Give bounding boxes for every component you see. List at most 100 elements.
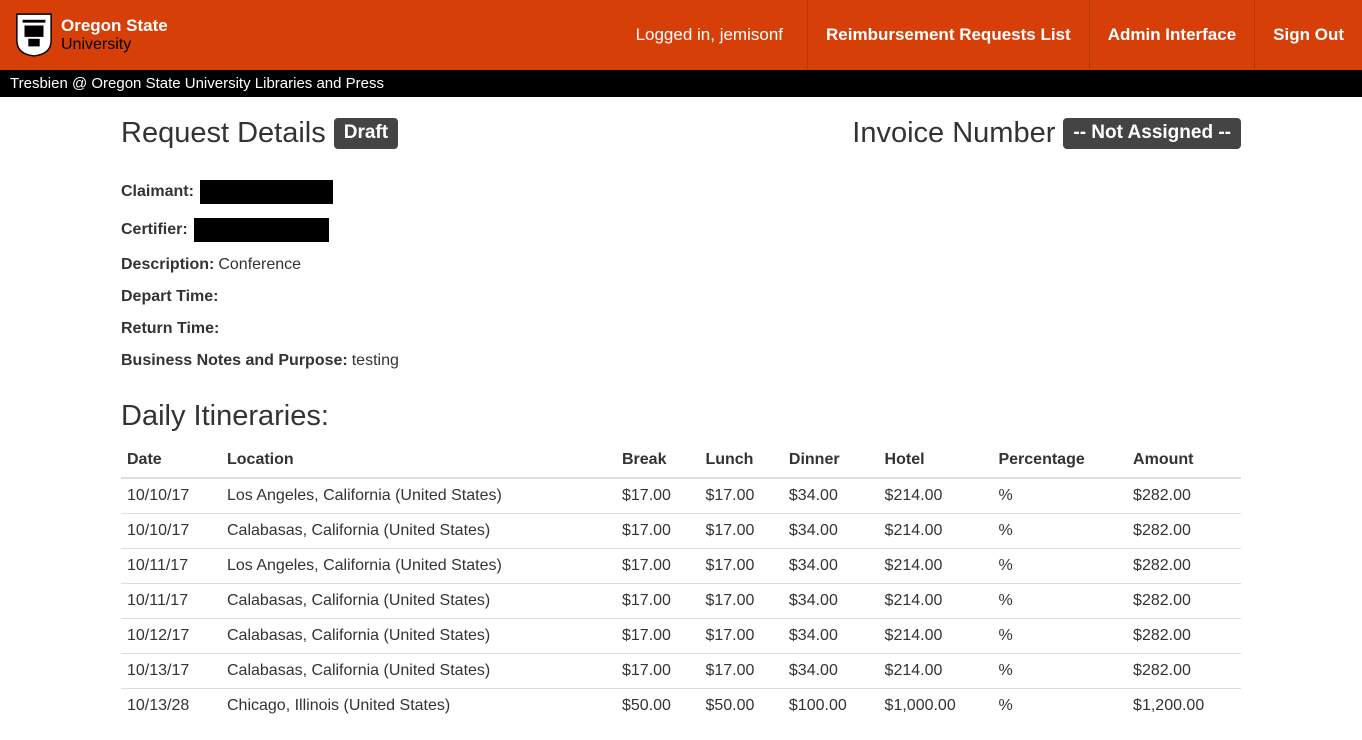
logo-line2: University (61, 36, 168, 54)
table-row: 10/11/17Calabasas, California (United St… (121, 584, 1241, 619)
notes-value: testing (352, 352, 399, 370)
notes-row: Business Notes and Purpose: testing (121, 352, 1241, 370)
itineraries-heading: Daily Itineraries: (121, 400, 1241, 433)
col-hotel: Hotel (879, 443, 993, 478)
invoice-number-title: Invoice Number -- Not Assigned -- (852, 117, 1241, 150)
cell-hotel: $214.00 (879, 654, 993, 689)
cell-dinner: $34.00 (783, 619, 879, 654)
cell-lunch: $17.00 (699, 478, 782, 514)
nav-right: Logged in, jemisonf Reimbursement Reques… (612, 0, 1362, 70)
col-percentage: Percentage (992, 443, 1127, 478)
cell-percentage: % (992, 689, 1127, 724)
cell-dinner: $34.00 (783, 549, 879, 584)
cell-percentage: % (992, 549, 1127, 584)
cell-dinner: $34.00 (783, 478, 879, 514)
description-label: Description: (121, 256, 214, 274)
osu-crest-icon (15, 12, 53, 58)
claimant-label: Claimant: (121, 183, 194, 201)
cell-location: Calabasas, California (United States) (221, 584, 616, 619)
table-row: 10/10/17Calabasas, California (United St… (121, 514, 1241, 549)
logo[interactable]: Oregon State University (15, 12, 168, 58)
cell-date: 10/12/17 (121, 619, 221, 654)
col-date: Date (121, 443, 221, 478)
cell-amount: $282.00 (1127, 654, 1241, 689)
cell-lunch: $17.00 (699, 584, 782, 619)
cell-date: 10/13/17 (121, 654, 221, 689)
title-row: Request Details Draft Invoice Number -- … (121, 117, 1241, 150)
table-row: 10/11/17Los Angeles, California (United … (121, 549, 1241, 584)
cell-break: $17.00 (616, 654, 699, 689)
cell-location: Calabasas, California (United States) (221, 514, 616, 549)
logged-in-text: Logged in, jemisonf (612, 0, 807, 70)
cell-date: 10/10/17 (121, 514, 221, 549)
table-row: 10/12/17Calabasas, California (United St… (121, 619, 1241, 654)
nav-requests-list[interactable]: Reimbursement Requests List (807, 0, 1089, 70)
cell-percentage: % (992, 514, 1127, 549)
cell-hotel: $214.00 (879, 619, 993, 654)
cell-date: 10/11/17 (121, 549, 221, 584)
depart-label: Depart Time: (121, 288, 219, 306)
description-value: Conference (218, 256, 301, 274)
cell-percentage: % (992, 584, 1127, 619)
table-row: 10/13/17Calabasas, California (United St… (121, 654, 1241, 689)
notes-label: Business Notes and Purpose: (121, 352, 348, 370)
cell-location: Chicago, Illinois (United States) (221, 689, 616, 724)
cell-dinner: $100.00 (783, 689, 879, 724)
cell-date: 10/11/17 (121, 584, 221, 619)
request-details-label: Request Details (121, 117, 326, 150)
cell-percentage: % (992, 654, 1127, 689)
cell-amount: $282.00 (1127, 514, 1241, 549)
claimant-value-redacted (200, 180, 333, 204)
cell-hotel: $214.00 (879, 549, 993, 584)
cell-location: Calabasas, California (United States) (221, 654, 616, 689)
col-break: Break (616, 443, 699, 478)
cell-date: 10/13/28 (121, 689, 221, 724)
itineraries-table: Date Location Break Lunch Dinner Hotel P… (121, 443, 1241, 723)
cell-lunch: $17.00 (699, 619, 782, 654)
cell-dinner: $34.00 (783, 514, 879, 549)
cell-location: Calabasas, California (United States) (221, 619, 616, 654)
depart-row: Depart Time: (121, 288, 1241, 306)
sub-header: Tresbien @ Oregon State University Libra… (0, 70, 1362, 97)
cell-lunch: $17.00 (699, 654, 782, 689)
cell-break: $17.00 (616, 549, 699, 584)
invoice-number-label: Invoice Number (852, 117, 1055, 150)
cell-lunch: $17.00 (699, 514, 782, 549)
col-dinner: Dinner (783, 443, 879, 478)
table-header-row: Date Location Break Lunch Dinner Hotel P… (121, 443, 1241, 478)
table-row: 10/13/28Chicago, Illinois (United States… (121, 689, 1241, 724)
cell-location: Los Angeles, California (United States) (221, 478, 616, 514)
certifier-row: Certifier: (121, 218, 1241, 242)
cell-break: $17.00 (616, 584, 699, 619)
cell-break: $17.00 (616, 514, 699, 549)
cell-hotel: $1,000.00 (879, 689, 993, 724)
cell-break: $17.00 (616, 478, 699, 514)
cell-lunch: $50.00 (699, 689, 782, 724)
cell-dinner: $34.00 (783, 584, 879, 619)
cell-percentage: % (992, 478, 1127, 514)
nav-sign-out[interactable]: Sign Out (1254, 0, 1362, 70)
top-header: Oregon State University Logged in, jemis… (0, 0, 1362, 70)
nav-admin-interface[interactable]: Admin Interface (1089, 0, 1254, 70)
return-label: Return Time: (121, 320, 219, 338)
table-row: 10/10/17Los Angeles, California (United … (121, 478, 1241, 514)
cell-amount: $282.00 (1127, 584, 1241, 619)
col-lunch: Lunch (699, 443, 782, 478)
request-details-title: Request Details Draft (121, 117, 398, 150)
cell-amount: $282.00 (1127, 478, 1241, 514)
cell-lunch: $17.00 (699, 549, 782, 584)
col-location: Location (221, 443, 616, 478)
cell-amount: $282.00 (1127, 619, 1241, 654)
cell-hotel: $214.00 (879, 514, 993, 549)
description-row: Description: Conference (121, 256, 1241, 274)
status-badge: Draft (334, 118, 398, 149)
cell-amount: $1,200.00 (1127, 689, 1241, 724)
cell-amount: $282.00 (1127, 549, 1241, 584)
cell-break: $50.00 (616, 689, 699, 724)
cell-date: 10/10/17 (121, 478, 221, 514)
cell-dinner: $34.00 (783, 654, 879, 689)
cell-percentage: % (992, 619, 1127, 654)
cell-location: Los Angeles, California (United States) (221, 549, 616, 584)
details-section: Claimant: Certifier: Description: Confer… (121, 180, 1241, 370)
cell-break: $17.00 (616, 619, 699, 654)
